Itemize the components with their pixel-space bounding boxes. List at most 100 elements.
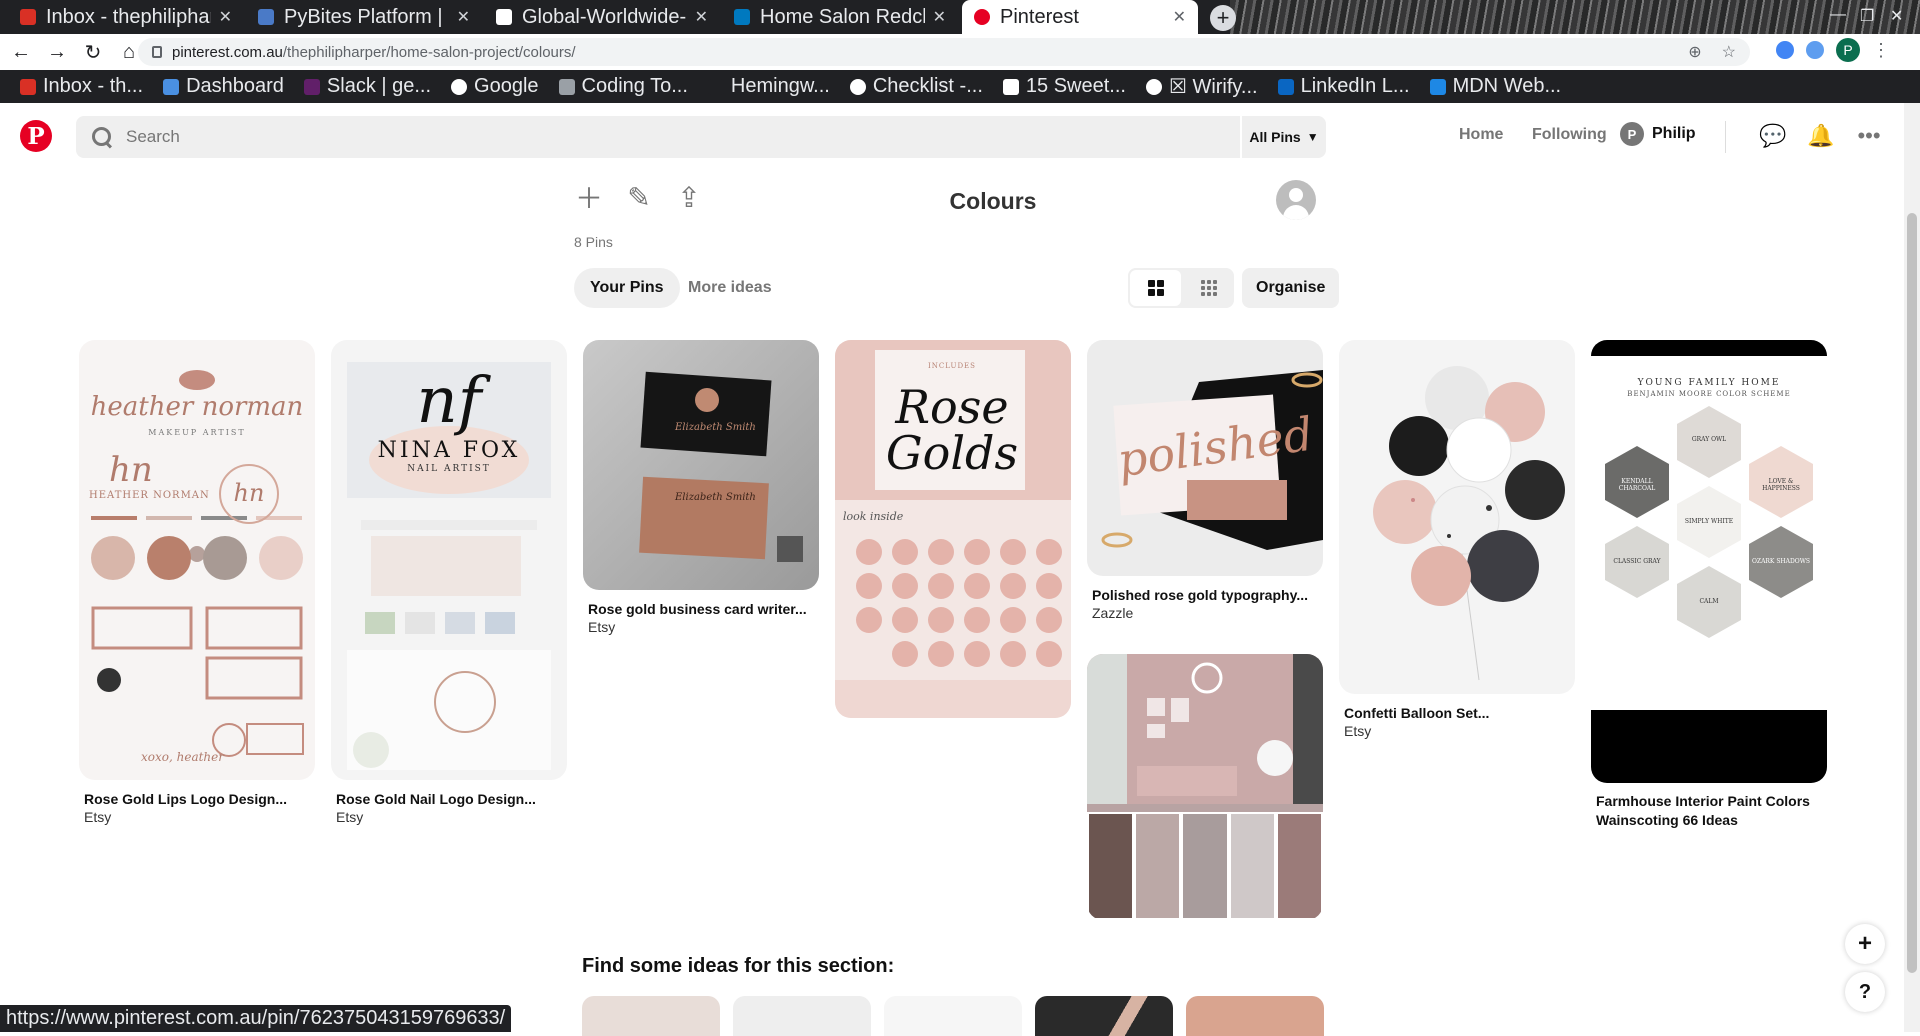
browser-tab-pinterest[interactable]: Pinterest ✕: [962, 0, 1198, 34]
idea-thumbnail[interactable]: [1186, 996, 1324, 1036]
bookmark-item[interactable]: Coding To...: [553, 75, 694, 98]
tab-more-ideas[interactable]: More ideas: [672, 268, 788, 308]
bookmark-item[interactable]: ☒ Wirify...: [1140, 74, 1264, 99]
close-window-icon[interactable]: ✕: [1890, 6, 1903, 26]
pin-source[interactable]: Etsy: [588, 619, 615, 635]
search-filter-dropdown[interactable]: All Pins ▼: [1240, 116, 1326, 158]
nav-following-link[interactable]: Following: [1532, 126, 1607, 144]
headline-text: Rose Golds: [885, 380, 1019, 480]
reload-icon[interactable]: ↻: [78, 37, 108, 67]
pin-count: 8 Pins: [574, 234, 613, 250]
pin-source[interactable]: Etsy: [84, 809, 111, 825]
card-name-text: Elizabeth Smith: [675, 422, 756, 433]
minimize-icon[interactable]: —: [1830, 6, 1846, 24]
menu-icon[interactable]: ⋮: [1872, 40, 1890, 61]
bookmark-icon: [163, 78, 180, 95]
idea-thumbnail[interactable]: [1035, 996, 1173, 1036]
pin-image[interactable]: [1339, 340, 1575, 694]
pin-source[interactable]: Etsy: [1344, 723, 1371, 739]
share-upload-icon[interactable]: ⇪: [674, 182, 704, 213]
pin-image[interactable]: polished: [1087, 340, 1323, 576]
bookmark-item[interactable]: MDN Web...: [1424, 75, 1568, 98]
close-tab-icon[interactable]: ✕: [457, 7, 470, 27]
default-view-button[interactable]: [1128, 268, 1183, 308]
new-tab-button[interactable]: +: [1210, 5, 1236, 31]
add-pin-button[interactable]: +: [1845, 924, 1885, 964]
hex-label: LOVE & HAPPINESS: [1762, 478, 1800, 492]
pin-image[interactable]: YOUNG FAMILY HOME BENJAMIN MOORE COLOR S…: [1591, 340, 1827, 783]
swatch: [1183, 814, 1227, 918]
close-tab-icon[interactable]: ✕: [1173, 7, 1186, 27]
bookmark-item[interactable]: LinkedIn L...: [1272, 75, 1416, 98]
bookmark-item[interactable]: Slack | ge...: [298, 75, 437, 98]
browser-tab-gmail[interactable]: Inbox - thephiliphar ✕: [8, 0, 244, 34]
messages-icon[interactable]: 💬: [1759, 123, 1786, 149]
pin-image[interactable]: nf NINA FOX NAIL ARTIST: [331, 340, 567, 780]
close-tab-icon[interactable]: ✕: [933, 7, 946, 27]
pin-source[interactable]: Etsy: [336, 809, 363, 825]
back-arrow-icon[interactable]: ←: [6, 37, 36, 67]
pin-title[interactable]: Farmhouse Interior Paint Colors Wainscot…: [1596, 792, 1832, 830]
browser-tab-pybites[interactable]: PyBites Platform | ✕: [246, 0, 482, 34]
idea-thumbnail[interactable]: [733, 996, 871, 1036]
pin-title[interactable]: Confetti Balloon Set...: [1344, 704, 1580, 723]
hex-label: GRAY OWL: [1691, 436, 1727, 443]
compact-view-button[interactable]: [1183, 268, 1234, 308]
pinterest-header: P All Pins ▼ Home Following P Philip 💬 🔔…: [0, 103, 1904, 169]
edit-pencil-icon[interactable]: ✎: [624, 182, 654, 213]
bookmark-item[interactable]: Hemingw...: [702, 75, 836, 98]
browser-tab-trello[interactable]: Home Salon Redcli ✕: [722, 0, 958, 34]
lens-icon[interactable]: ⊕: [1688, 42, 1701, 62]
close-tab-icon[interactable]: ✕: [695, 7, 708, 27]
scrollbar-thumb[interactable]: [1907, 213, 1917, 973]
hex-label: KENDALL CHARCOAL: [1618, 478, 1656, 492]
bookmark-star-icon[interactable]: ☆: [1722, 42, 1736, 62]
idea-thumbnail[interactable]: [884, 996, 1022, 1036]
pin-title[interactable]: Rose Gold Nail Logo Design...: [336, 790, 572, 809]
search-input[interactable]: [126, 127, 1126, 147]
board-owner-avatar[interactable]: [1276, 180, 1316, 220]
organise-button[interactable]: Organise: [1242, 268, 1340, 308]
maximize-icon[interactable]: ❐: [1860, 6, 1874, 26]
browser-tab-github[interactable]: Global-Worldwide- ✕: [484, 0, 720, 34]
pin-title[interactable]: Polished rose gold typography...: [1092, 586, 1328, 605]
bookmark-item[interactable]: Inbox - th...: [14, 75, 149, 98]
lock-icon: [152, 46, 162, 58]
nav-home-link[interactable]: Home: [1459, 126, 1503, 144]
pin-image[interactable]: Elizabeth Smith Elizabeth Smith: [583, 340, 819, 590]
pin-title[interactable]: Rose Gold Lips Logo Design...: [84, 790, 320, 809]
search-bar: All Pins ▼: [76, 116, 1326, 158]
bookmark-item[interactable]: Dashboard: [157, 75, 290, 98]
bookmark-item[interactable]: Checklist -...: [844, 75, 989, 98]
url-path: /thephilipharper/home-salon-project/colo…: [282, 43, 576, 61]
bookmark-item[interactable]: Google: [445, 75, 545, 98]
close-tab-icon[interactable]: ✕: [219, 7, 232, 27]
more-options-icon[interactable]: •••: [1856, 123, 1882, 149]
user-profile-link[interactable]: P Philip: [1620, 122, 1696, 146]
scheme-subheading: BENJAMIN MOORE COLOR SCHEME: [1627, 390, 1791, 398]
pin-title[interactable]: Rose gold business card writer...: [588, 600, 824, 619]
tab-your-pins[interactable]: Your Pins: [574, 268, 680, 308]
extension-icon[interactable]: [1806, 41, 1824, 59]
logo-script-text: heather norman: [90, 392, 304, 422]
avatar: P: [1620, 122, 1644, 146]
scheme-panel: YOUNG FAMILY HOME BENJAMIN MOORE COLOR S…: [1591, 356, 1827, 710]
forward-arrow-icon[interactable]: →: [42, 37, 72, 67]
browser-tab-strip: Inbox - thephiliphar ✕ PyBites Platform …: [0, 0, 1920, 34]
pin-image[interactable]: [1087, 654, 1323, 920]
url-domain: pinterest.com.au: [172, 43, 283, 61]
page-scrollbar[interactable]: [1904, 103, 1920, 1032]
url-bar[interactable]: pinterest.com.au/thephilipharper/home-sa…: [138, 38, 1750, 66]
grid-compact-icon: [1200, 280, 1217, 296]
notifications-bell-icon[interactable]: 🔔: [1807, 123, 1834, 149]
bookmark-item[interactable]: 15 Sweet...: [997, 75, 1132, 98]
help-button[interactable]: ?: [1845, 972, 1885, 1012]
pinterest-logo-icon[interactable]: P: [20, 120, 52, 152]
pin-image[interactable]: heather norman MAKEUP ARTIST hn hn HEATH…: [79, 340, 315, 780]
add-icon[interactable]: ＋: [574, 182, 604, 214]
pin-image[interactable]: INCLUDES Rose Golds look inside: [835, 340, 1071, 718]
idea-thumbnail[interactable]: [582, 996, 720, 1036]
profile-avatar[interactable]: P: [1836, 38, 1860, 62]
pin-source[interactable]: Zazzle: [1092, 605, 1133, 621]
extension-icon[interactable]: [1776, 41, 1794, 59]
